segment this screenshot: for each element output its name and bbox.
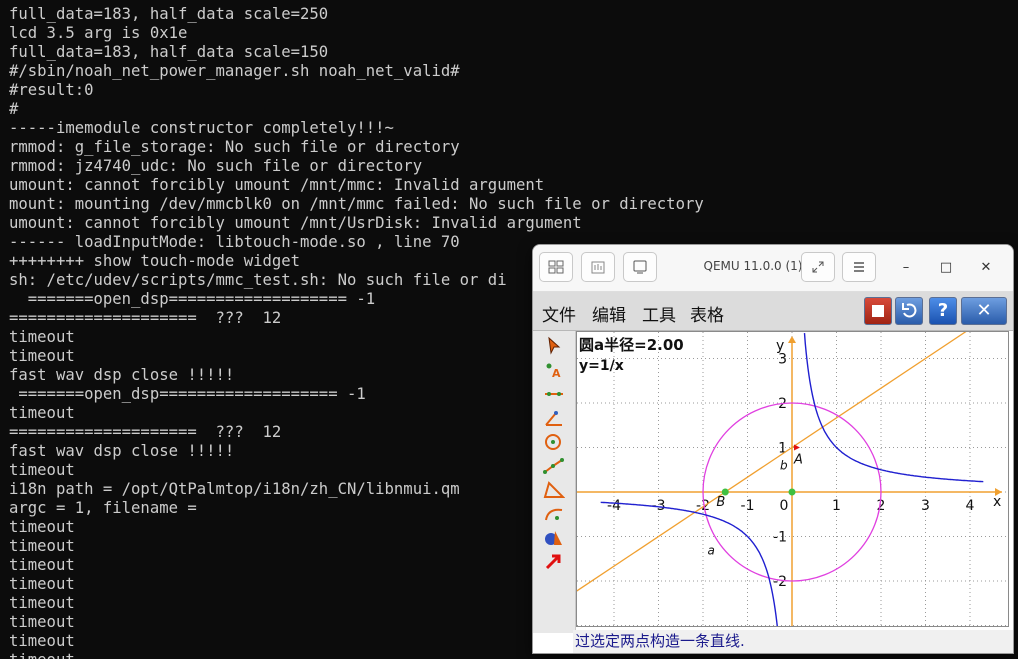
angle-icon[interactable] <box>541 407 567 429</box>
label-b: B <box>716 495 725 510</box>
x-tick-label: 0 <box>780 498 789 514</box>
paint-icon[interactable] <box>541 527 567 549</box>
terminal-line: umount: cannot forcibly umount /mnt/mmc:… <box>9 176 545 194</box>
terminal-line: rmmod: jz4740_udc: No such file or direc… <box>9 157 423 175</box>
function-label: y=1/x <box>579 358 624 374</box>
display-icon[interactable] <box>623 252 657 282</box>
stop-icon[interactable] <box>864 297 892 325</box>
y-tick-label: -1 <box>773 530 787 546</box>
polygon-icon[interactable] <box>541 479 567 501</box>
terminal-line: full_data=183, half_data scale=250 <box>9 5 329 23</box>
x-tick-label: 4 <box>966 498 975 514</box>
y-tick-label: -2 <box>773 574 787 590</box>
label-b-line: b <box>780 459 788 473</box>
maximize-button[interactable]: □ <box>936 259 956 277</box>
svg-text:A: A <box>552 367 561 380</box>
terminal-line: mount: mounting /dev/mmcblk0 on /mnt/mmc… <box>9 195 704 213</box>
app-close-button[interactable]: ✕ <box>961 297 1007 325</box>
arc-icon[interactable] <box>541 503 567 525</box>
x-tick-label: 3 <box>921 498 930 514</box>
y-axis-label: y <box>776 338 784 354</box>
terminal-line: lcd 3.5 arg is 0x1e <box>9 24 188 42</box>
help-button[interactable]: ? <box>929 297 957 325</box>
x-tick-label: -1 <box>741 498 755 514</box>
tile-icon[interactable] <box>539 252 573 282</box>
segment-icon[interactable] <box>541 383 567 405</box>
menu-file[interactable]: 文件 <box>542 301 576 326</box>
terminal-line: umount: cannot forcibly umount /mnt/UsrD… <box>9 214 582 232</box>
hyperbola-branch-left <box>600 501 781 651</box>
y-axis-arrow <box>788 336 796 343</box>
qemu-window[interactable]: QEMU 11.0.0 (1) – □ ✕ 文件 编辑 工具 表格 ? ✕ A <box>532 244 1014 654</box>
terminal-line: #result:0 <box>9 81 94 99</box>
menu-icon[interactable] <box>842 252 876 282</box>
terminal-line: # <box>9 100 19 118</box>
terminal-line: full_data=183, half_data scale=150 <box>9 43 329 61</box>
status-bar: 过选定两点构造一条直线. <box>573 630 1013 653</box>
app-menubar: 文件 编辑 工具 表格 ? ✕ <box>533 292 1013 331</box>
point-a-marker <box>794 444 800 451</box>
label-a-curve: a <box>707 543 714 557</box>
close-button[interactable]: ✕ <box>976 259 996 277</box>
undo-arrow-icon[interactable] <box>541 551 567 573</box>
x-tick-label: 1 <box>832 498 841 514</box>
geometry-canvas[interactable]: -4 -3 -2 -1 0 1 2 3 4 3 2 1 -1 -2 x y B Ab a 圆a半径=2.00 y=1/x <box>569 299 1013 651</box>
title-bar[interactable]: QEMU 11.0.0 (1) – □ ✕ <box>533 245 1013 292</box>
terminal-line: #/sbin/noah_net_power_manager.sh noah_ne… <box>9 62 460 80</box>
fullscreen-icon[interactable] <box>801 252 835 282</box>
point-icon[interactable]: A <box>541 359 567 381</box>
screenshot-icon[interactable] <box>581 252 615 282</box>
menu-tools[interactable]: 工具 <box>642 301 676 326</box>
menu-table[interactable]: 表格 <box>690 301 724 326</box>
terminal-line: rmmod: g_file_storage: No such file or d… <box>9 138 460 156</box>
select-arrow-icon[interactable] <box>541 335 567 357</box>
terminal-line: -----imemodule constructor completely!!!… <box>9 119 394 137</box>
label-a-point: A <box>793 453 803 468</box>
point-origin <box>788 488 796 496</box>
x-axis-label: x <box>993 494 1001 510</box>
menu-edit[interactable]: 编辑 <box>592 301 626 326</box>
x-tick-label: -4 <box>607 498 621 514</box>
tool-palette: A <box>533 331 576 633</box>
hyperbola-branch-right <box>803 333 984 483</box>
undo-icon[interactable] <box>895 297 923 325</box>
circle-icon[interactable] <box>541 431 567 453</box>
circle-radius-label: 圆a半径=2.00 <box>579 336 684 354</box>
plot-svg[interactable]: -4 -3 -2 -1 0 1 2 3 4321-1-2xyBAba圆a半径=2.00y=1/x <box>569 299 1013 651</box>
minimize-button[interactable]: – <box>896 259 916 277</box>
polyline-icon[interactable] <box>541 455 567 477</box>
